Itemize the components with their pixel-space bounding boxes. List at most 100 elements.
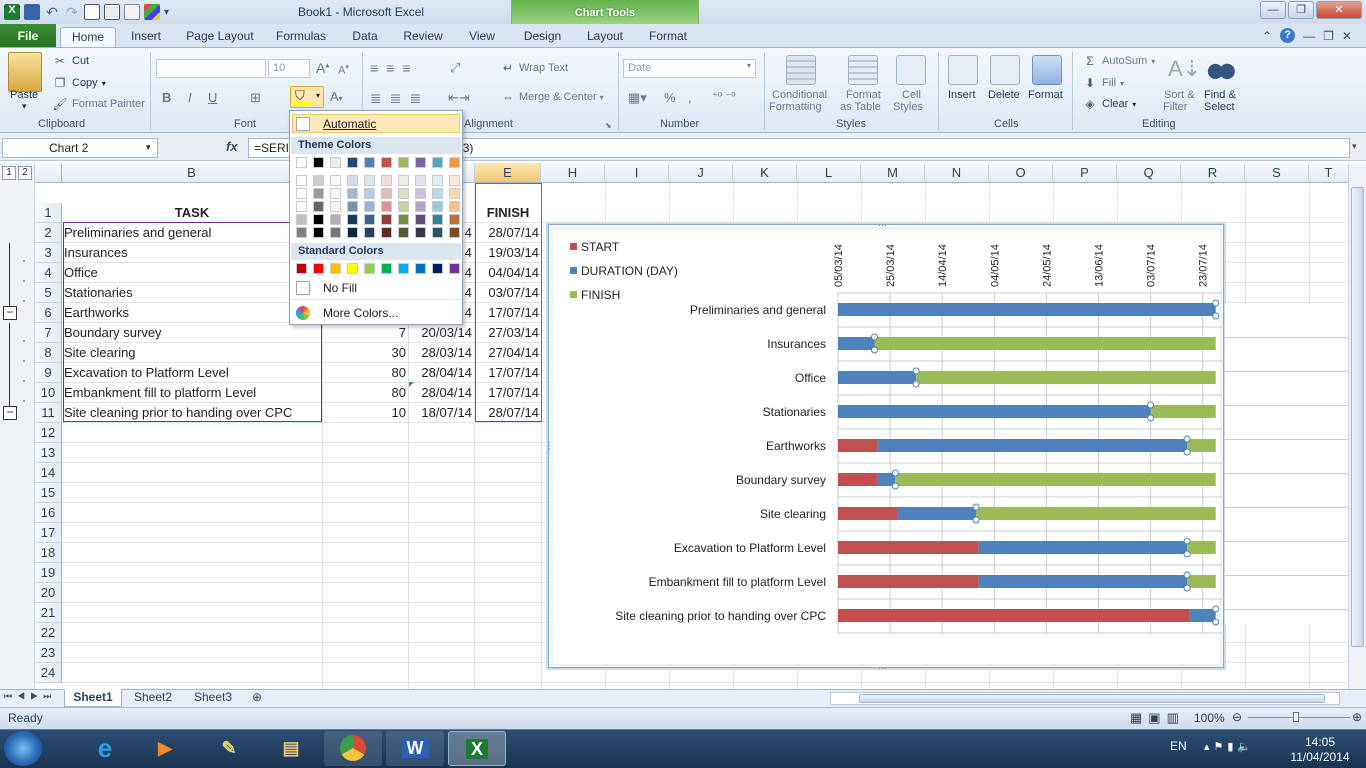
cell-styles-label2[interactable]: Styles — [893, 101, 923, 113]
restore-button[interactable]: ❐ — [1288, 1, 1314, 19]
row-header[interactable]: 18 — [35, 543, 62, 563]
tab-formulas[interactable]: Formulas — [270, 27, 332, 48]
cell-start[interactable]: 28/03/14 — [409, 343, 474, 363]
cell-duration[interactable]: 80 — [322, 363, 408, 383]
column-header-p[interactable]: P — [1053, 163, 1117, 183]
theme-color-tint-swatch[interactable] — [381, 175, 392, 186]
theme-color-tint-swatch[interactable] — [432, 214, 443, 225]
tab-data[interactable]: Data — [345, 27, 385, 48]
column-header-k[interactable]: K — [733, 163, 797, 183]
theme-color-tint-swatch[interactable] — [364, 227, 375, 238]
scroll-thumb[interactable] — [1351, 187, 1364, 647]
theme-color-tint-swatch[interactable] — [296, 201, 307, 212]
chart-resize-handle[interactable]: ⋮ — [545, 440, 554, 451]
theme-color-tint-swatch[interactable] — [330, 227, 341, 238]
cell-start[interactable]: 28/04/14 — [409, 383, 474, 403]
row-header[interactable]: 3 — [35, 243, 62, 263]
comma-style-icon[interactable]: , — [688, 90, 692, 105]
grow-font-icon[interactable]: A▴ — [316, 60, 329, 76]
theme-color-tint-swatch[interactable] — [381, 214, 392, 225]
theme-color-tint-swatch[interactable] — [432, 175, 443, 186]
theme-color-tint-swatch[interactable] — [364, 201, 375, 212]
theme-color-swatch[interactable] — [330, 157, 341, 168]
sort-filter-label2[interactable]: Filter — [1163, 101, 1187, 113]
outline-level-1-button[interactable]: 1 — [2, 166, 16, 180]
paint-app-icon[interactable]: ✎ — [200, 731, 258, 766]
theme-color-tint-swatch[interactable] — [398, 188, 409, 199]
row-header[interactable]: 19 — [35, 563, 62, 583]
theme-color-tint-swatch[interactable] — [296, 227, 307, 238]
theme-color-tint-swatch[interactable] — [296, 175, 307, 186]
decimal-icons[interactable]: ⁺⁰ ⁻⁰ — [712, 90, 736, 103]
vertical-align-icons[interactable]: ≡≡≡ — [370, 60, 419, 76]
insert-function-icon[interactable]: fx — [226, 139, 238, 154]
theme-color-tint-swatch[interactable] — [313, 227, 324, 238]
row-header[interactable]: 12 — [35, 423, 62, 443]
chart-resize-handle[interactable]: ⋯ — [878, 220, 887, 231]
insert-cells-icon[interactable] — [948, 55, 978, 85]
sort-filter-icon[interactable]: A⇣ — [1168, 56, 1201, 82]
sheet-tab-sheet2[interactable]: Sheet2 — [125, 689, 181, 707]
theme-color-tint-swatch[interactable] — [347, 175, 358, 186]
tab-format[interactable]: Format — [642, 27, 694, 48]
cell-task-header[interactable]: TASK — [62, 203, 322, 223]
collapse-group-button[interactable]: − — [3, 406, 17, 420]
expand-formula-icon[interactable]: ▾ — [1352, 141, 1357, 152]
find-select-label2[interactable]: Select — [1204, 101, 1235, 113]
theme-color-swatch[interactable] — [432, 157, 443, 168]
orientation-icon[interactable]: ⤢ — [450, 60, 460, 76]
fill-button[interactable]: ⬇ Fill ▾ — [1082, 76, 1124, 90]
excel-logo-icon[interactable]: X — [4, 4, 20, 20]
theme-color-tint-swatch[interactable] — [296, 214, 307, 225]
theme-color-tint-swatch[interactable] — [398, 227, 409, 238]
theme-color-tint-swatch[interactable] — [313, 175, 324, 186]
column-header-q[interactable]: Q — [1117, 163, 1181, 183]
copy-button[interactable]: ❐ Copy ▾ — [52, 76, 106, 90]
tab-page-layout[interactable]: Page Layout — [180, 27, 260, 48]
theme-color-tint-swatch[interactable] — [449, 175, 460, 186]
row-header[interactable]: 10 — [35, 383, 62, 403]
theme-color-swatch[interactable] — [398, 157, 409, 168]
row-header[interactable]: 1 — [35, 203, 62, 223]
cell-duration[interactable]: 80 — [322, 383, 408, 403]
insert-cells-button[interactable]: Insert — [948, 89, 976, 101]
number-format-combo[interactable]: Date — [623, 59, 756, 78]
theme-color-tint-swatch[interactable] — [449, 201, 460, 212]
standard-color-swatch[interactable] — [398, 263, 409, 274]
binoculars-icon[interactable] — [1207, 57, 1235, 81]
standard-color-swatch[interactable] — [364, 263, 375, 274]
format-as-table-label1[interactable]: Format — [846, 89, 881, 101]
theme-color-tint-swatch[interactable] — [347, 188, 358, 199]
row-header[interactable]: 16 — [35, 503, 62, 523]
column-header-m[interactable]: M — [861, 163, 925, 183]
theme-color-tint-swatch[interactable] — [432, 201, 443, 212]
print-preview-icon[interactable] — [84, 4, 100, 20]
scroll-thumb[interactable] — [859, 694, 1325, 703]
horizontal-align-icons[interactable]: ≣≣≣ — [370, 90, 429, 107]
save-icon[interactable] — [24, 4, 40, 20]
theme-color-swatch[interactable] — [415, 157, 426, 168]
select-all-corner[interactable] — [35, 163, 62, 183]
row-header[interactable]: 22 — [35, 623, 62, 643]
percent-button[interactable]: % — [664, 90, 676, 105]
theme-color-tint-swatch[interactable] — [364, 175, 375, 186]
paste-dropdown-icon[interactable]: ▾ — [22, 101, 27, 112]
cell-start[interactable]: 18/07/14 — [409, 403, 474, 423]
clear-button[interactable]: ◈ Clear ▾ — [1082, 97, 1136, 111]
tab-file[interactable]: File — [0, 24, 56, 48]
camera-icon[interactable] — [104, 4, 120, 20]
theme-color-tint-swatch[interactable] — [415, 175, 426, 186]
row-header[interactable]: 15 — [35, 483, 62, 503]
sheet-tab-sheet3[interactable]: Sheet3 — [185, 689, 241, 707]
theme-color-tint-swatch[interactable] — [449, 214, 460, 225]
row-header[interactable]: 9 — [35, 363, 62, 383]
theme-color-swatch[interactable] — [449, 157, 460, 168]
theme-color-tint-swatch[interactable] — [313, 214, 324, 225]
theme-color-swatch[interactable] — [381, 157, 392, 168]
theme-color-tint-swatch[interactable] — [381, 227, 392, 238]
theme-color-tint-swatch[interactable] — [381, 201, 392, 212]
theme-color-tint-swatch[interactable] — [347, 227, 358, 238]
media-player-icon[interactable]: ▶ — [136, 731, 194, 766]
zoom-level[interactable]: 100% — [1194, 711, 1225, 725]
undo-icon[interactable]: ↶ — [44, 4, 60, 20]
